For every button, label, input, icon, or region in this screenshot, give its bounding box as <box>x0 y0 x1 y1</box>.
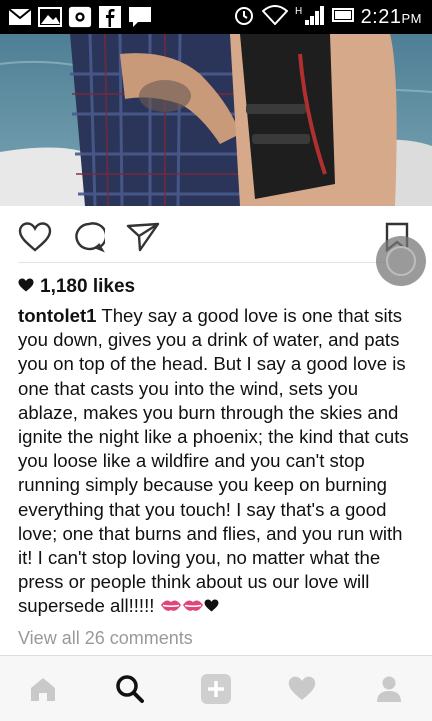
floating-touch-button[interactable] <box>376 236 426 286</box>
search-icon[interactable] <box>110 669 150 709</box>
like-icon[interactable] <box>18 220 52 254</box>
view-all-comments-link[interactable]: View all 26 comments <box>18 628 193 649</box>
add-post-icon[interactable] <box>196 669 236 709</box>
share-icon[interactable] <box>126 220 160 254</box>
kiss-mark-icon <box>160 595 182 616</box>
filled-heart-icon <box>18 276 34 298</box>
divider <box>18 262 414 263</box>
status-bar: H 2:21PM <box>0 0 432 34</box>
post-actions <box>0 212 432 260</box>
comment-icon[interactable] <box>72 220 106 254</box>
kiss-mark-icon <box>182 595 204 616</box>
status-time: 2:21PM <box>360 5 422 28</box>
heart-icon <box>204 595 219 616</box>
alarm-icon <box>233 4 255 31</box>
bottom-nav <box>0 655 432 721</box>
h-signal-icon: H <box>295 4 325 31</box>
post-caption: tontolet1 They say a good love is one th… <box>18 304 418 619</box>
battery-icon <box>331 6 354 29</box>
likes-count[interactable]: 1,180 likes <box>18 276 135 298</box>
gallery-icon <box>38 6 62 28</box>
home-icon[interactable] <box>23 669 63 709</box>
likes-text: 1,180 likes <box>40 276 136 297</box>
mail-icon <box>8 6 32 28</box>
message-icon <box>128 6 152 28</box>
post-photo-image <box>0 34 432 206</box>
facebook-icon <box>98 6 122 28</box>
instagram-icon <box>68 6 92 28</box>
post-photo[interactable] <box>0 34 432 206</box>
svg-text:H: H <box>295 6 302 17</box>
caption-text: They say a good love is one that sits yo… <box>18 305 409 617</box>
username-link[interactable]: tontolet1 <box>18 305 97 326</box>
activity-icon[interactable] <box>282 669 322 709</box>
profile-icon[interactable] <box>369 669 409 709</box>
floating-touch-button-dot <box>386 246 416 276</box>
wifi-icon <box>261 4 289 30</box>
